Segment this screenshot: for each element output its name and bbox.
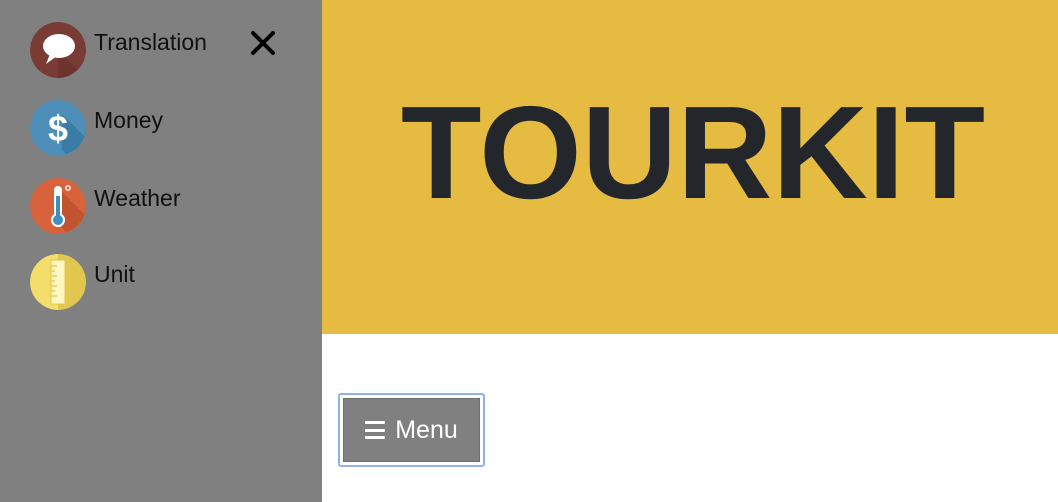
sidebar-item-unit[interactable]: Unit — [30, 254, 135, 310]
close-sidebar-button[interactable] — [246, 26, 280, 60]
menu-button-label: Menu — [395, 415, 458, 444]
menu-button-face: Menu — [343, 398, 480, 462]
sidebar-item-label: Money — [94, 106, 164, 133]
sidebar-item-money[interactable]: $ Money — [30, 100, 163, 156]
sidebar-item-label: Unit — [94, 260, 135, 287]
hero-banner: TOURKIT — [322, 0, 1058, 334]
hamburger-icon — [365, 421, 386, 439]
svg-text:$: $ — [48, 108, 68, 149]
sidebar-item-weather[interactable]: Weather — [30, 178, 181, 234]
page-title: TOURKIT — [400, 79, 986, 226]
close-icon — [251, 31, 275, 55]
ruler-icon — [30, 254, 86, 310]
speech-bubble-icon — [30, 22, 86, 78]
menu-button[interactable]: Menu — [338, 393, 485, 467]
dollar-icon: $ — [30, 100, 86, 156]
sidebar-item-translation[interactable]: Translation — [30, 22, 207, 78]
sidebar-item-label: Translation — [94, 28, 207, 55]
sidebar-item-label: Weather — [94, 184, 181, 211]
sidebar-nav: Translation $ Money Weather Unit — [0, 0, 322, 502]
thermometer-icon — [30, 178, 86, 234]
